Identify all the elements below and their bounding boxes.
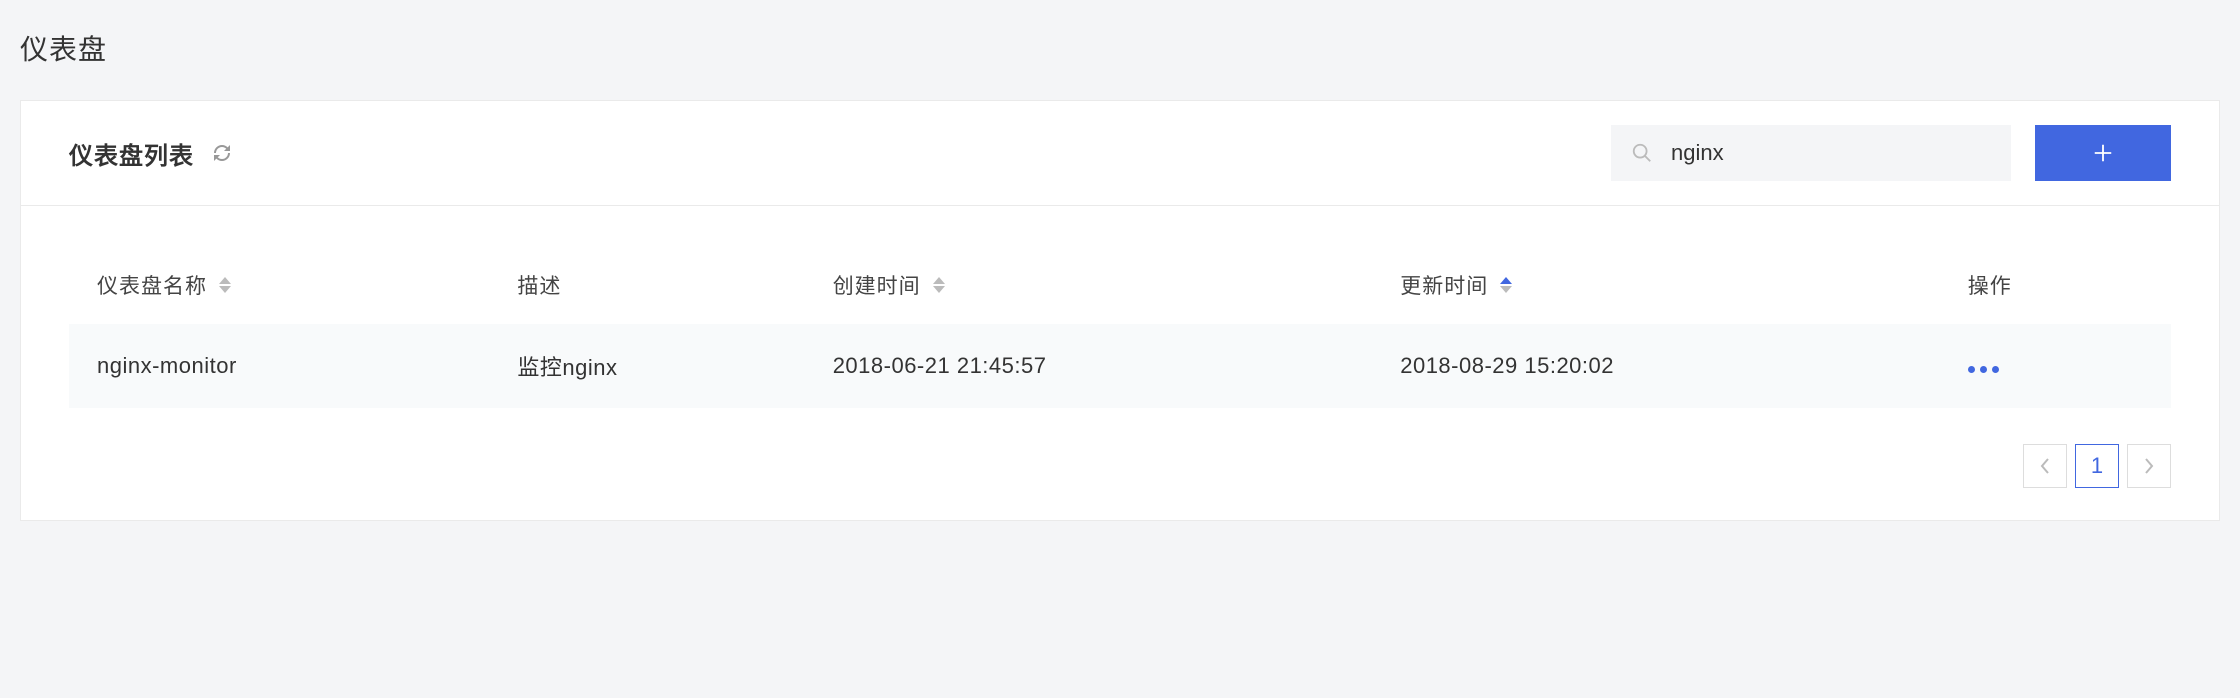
search-icon: [1631, 142, 1653, 164]
panel-header: 仪表盘列表: [21, 101, 2219, 206]
more-actions-icon[interactable]: [1968, 366, 1999, 373]
search-box: [1611, 125, 2011, 181]
table-row: nginx-monitor 监控nginx 2018-06-21 21:45:5…: [69, 324, 2171, 408]
dashboard-description-cell: 监控nginx: [489, 324, 804, 408]
panel-title: 仪表盘列表: [69, 136, 194, 171]
sort-icon: [219, 277, 231, 293]
column-header-created[interactable]: 创建时间: [805, 254, 1373, 324]
dashboard-panel: 仪表盘列表: [20, 100, 2220, 521]
chevron-right-icon: [2143, 457, 2155, 475]
column-header-actions: 操作: [1940, 254, 2171, 324]
plus-icon: [2092, 142, 2114, 164]
chevron-left-icon: [2039, 457, 2051, 475]
dashboard-updated-cell: 2018-08-29 15:20:02: [1372, 324, 1940, 408]
column-header-description-label: 描述: [517, 275, 561, 298]
pagination-page-1[interactable]: 1: [2075, 444, 2119, 488]
column-header-name[interactable]: 仪表盘名称: [69, 254, 489, 324]
dashboard-created-cell: 2018-06-21 21:45:57: [805, 324, 1373, 408]
column-header-updated[interactable]: 更新时间: [1372, 254, 1940, 324]
column-header-description: 描述: [489, 254, 804, 324]
page-title: 仪表盘: [20, 28, 2220, 68]
column-header-created-label: 创建时间: [833, 270, 921, 300]
add-button[interactable]: [2035, 125, 2171, 181]
column-header-actions-label: 操作: [1968, 275, 2012, 298]
pagination: 1: [21, 424, 2219, 520]
pagination-prev-button[interactable]: [2023, 444, 2067, 488]
sort-icon: [933, 277, 945, 293]
search-input[interactable]: [1671, 140, 1991, 166]
refresh-icon[interactable]: [210, 141, 234, 165]
column-header-updated-label: 更新时间: [1400, 270, 1488, 300]
dashboard-name-link[interactable]: nginx-monitor: [69, 324, 489, 408]
dashboard-table: 仪表盘名称 描述 创建时间: [69, 254, 2171, 408]
sort-icon: [1500, 277, 1512, 293]
pagination-next-button[interactable]: [2127, 444, 2171, 488]
column-header-name-label: 仪表盘名称: [97, 270, 207, 300]
